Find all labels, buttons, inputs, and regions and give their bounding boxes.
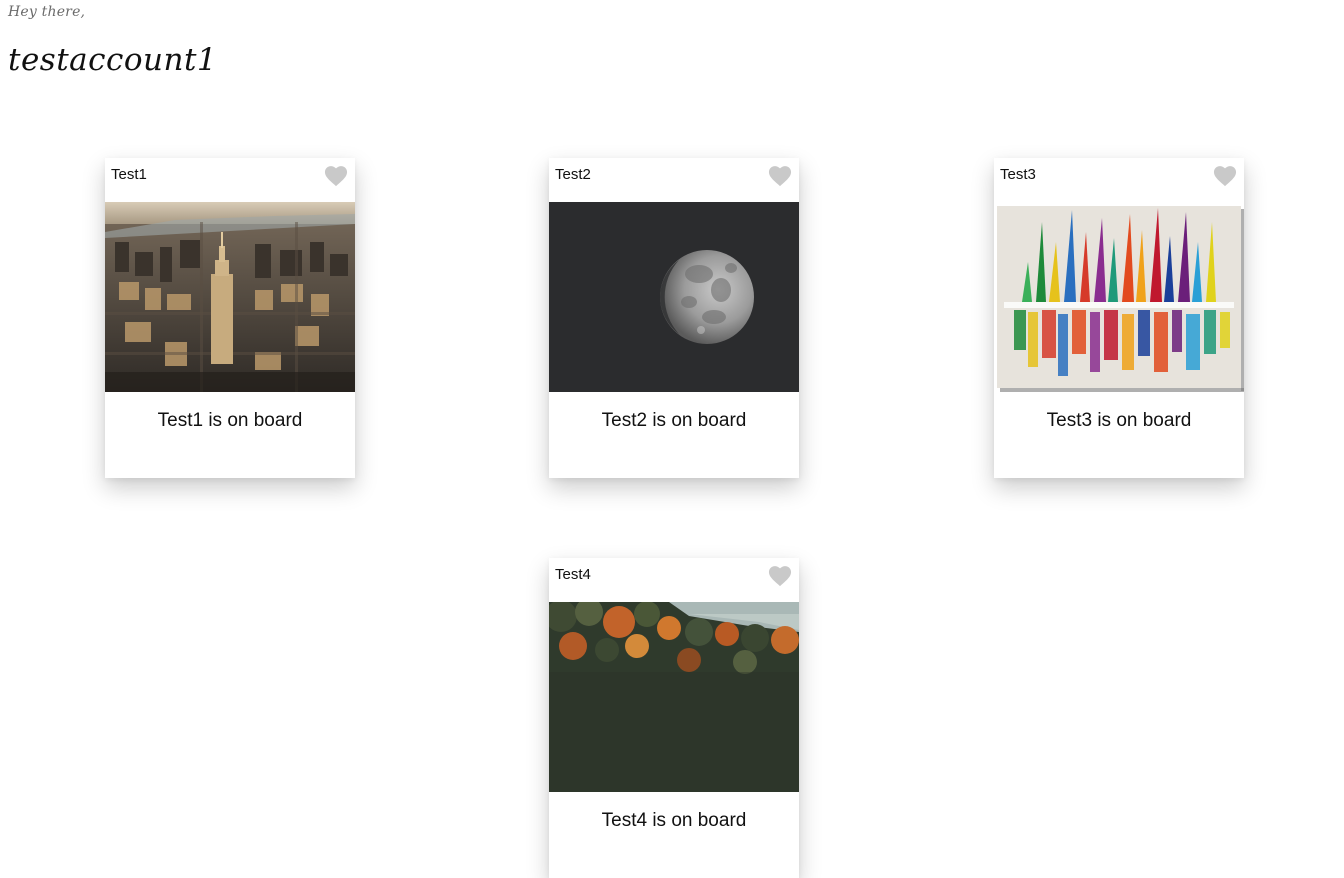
heart-icon[interactable] [1212,163,1238,187]
sailboats-painting-image [994,202,1244,392]
board-card[interactable]: Test3 Test3 is on board [994,158,1244,478]
board-card[interactable]: Test2 Test2 is on board [549,158,799,478]
card-header: Test3 [994,158,1244,202]
board-card[interactable]: Test1 Test1 is on board [105,158,355,478]
username-heading: testaccount1 [8,42,218,78]
city-aerial-image [105,202,355,392]
moon-image [549,202,799,392]
card-caption: Test3 is on board [1046,410,1192,431]
card-title: Test4 [555,566,591,583]
card-header: Test1 [105,158,355,202]
heart-icon[interactable] [767,163,793,187]
card-title: Test3 [1000,166,1036,183]
card-caption: Test2 is on board [601,410,747,431]
card-header: Test2 [549,158,799,202]
card-title: Test2 [555,166,591,183]
autumn-forest-image [549,602,799,792]
board-card[interactable]: Test4 Test4 is on board [549,558,799,878]
card-caption: Test1 is on board [157,410,303,431]
heart-icon[interactable] [323,163,349,187]
greeting-text: Hey there, [8,4,86,20]
heart-icon[interactable] [767,563,793,587]
card-title: Test1 [111,166,147,183]
card-caption: Test4 is on board [601,810,747,831]
card-header: Test4 [549,558,799,602]
